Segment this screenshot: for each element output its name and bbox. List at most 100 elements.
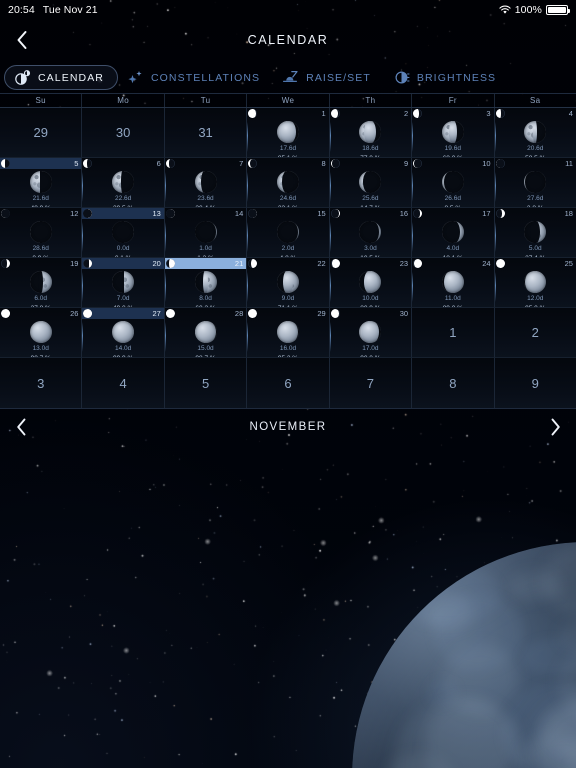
calendar-day-other-month[interactable]: 30 <box>82 108 165 158</box>
calendar-day-cell[interactable]: 229.0d71.1 % <box>247 258 330 308</box>
moon-age-label: 5.0d <box>528 245 542 252</box>
moon-age-label: 3.0d <box>364 245 377 252</box>
calendar-day-cell[interactable]: 117.6d85.1 % <box>247 108 330 158</box>
calendar-day-cell[interactable]: 207.0d49.0 % <box>82 258 165 308</box>
calendar-day-cell[interactable]: 824.6d22.1 % <box>247 158 330 208</box>
moon-image <box>359 321 382 343</box>
moon-image-wrapper <box>412 121 493 143</box>
calendar-day-cell[interactable]: 2916.0d95.3 % <box>247 308 330 358</box>
day-cell-header: 27 <box>82 308 164 319</box>
calendar-day-other-month[interactable]: 2 <box>494 308 576 358</box>
moon-phase-indicator-icon <box>413 209 423 218</box>
cell-edge-tick <box>82 172 84 202</box>
calendar-day-cell[interactable]: 218.6d77.0 % <box>329 108 413 158</box>
cell-edge-tick <box>247 222 249 252</box>
day-of-week-th: Th <box>330 94 413 107</box>
tab-constellations[interactable]: CONSTELLATIONS <box>118 65 273 90</box>
calendar-day-cell[interactable]: 130.0d0.1 % <box>82 208 165 258</box>
calendar-day-other-month[interactable]: 3 <box>0 358 83 408</box>
calendar-day-cell[interactable]: 185.0d27.4 % <box>494 208 576 258</box>
day-number: 1 <box>321 109 326 118</box>
calendar-day-other-month[interactable]: 31 <box>164 108 248 158</box>
calendar-day-cell[interactable]: 1228.6d0.9 % <box>0 208 83 258</box>
tab-bar: CALENDAR CONSTELLATIONS RAISE/SET BRIGHTNES… <box>0 62 576 93</box>
moon-rim <box>277 321 299 343</box>
day-number: 4 <box>568 109 573 118</box>
calendar-day-cell[interactable]: 152.0d4.8 % <box>247 208 330 258</box>
calendar-day-cell[interactable]: 1026.6d8.5 % <box>412 158 495 208</box>
calendar-day-other-month[interactable]: 5 <box>164 358 248 408</box>
tab-label: CONSTELLATIONS <box>150 71 261 84</box>
day-number: 14 <box>234 209 244 218</box>
tab-calendar[interactable]: CALENDAR <box>4 65 118 90</box>
calendar-day-other-month[interactable]: 8 <box>412 358 495 408</box>
calendar-day-cell[interactable]: 925.6d14.7 % <box>329 158 413 208</box>
moon-image-wrapper <box>0 171 81 193</box>
moon-image <box>29 221 52 243</box>
day-number: 10 <box>482 159 491 168</box>
moon-age-label: 25.6d <box>362 195 379 202</box>
moon-image-wrapper <box>165 171 246 193</box>
moon-image <box>194 171 217 193</box>
moon-phase-indicator-icon <box>165 209 175 218</box>
moon-rim <box>112 321 134 343</box>
tab-label: CALENDAR <box>38 71 104 84</box>
moon-image <box>441 171 464 193</box>
calendar-day-cell[interactable]: 218.0d60.3 % <box>164 258 248 308</box>
calendar-day-cell[interactable]: 3017.0d90.0 % <box>329 308 413 358</box>
calendar-day-cell[interactable]: 163.0d10.5 % <box>329 208 413 258</box>
calendar-day-cell[interactable]: 723.6d30.4 % <box>164 158 248 208</box>
moon-age-label: 1.0d <box>199 245 212 252</box>
day-of-week-fr: Fr <box>412 94 495 107</box>
moon-image <box>524 221 547 243</box>
moon-image-wrapper <box>247 121 328 143</box>
moon-image <box>359 271 382 293</box>
moon-image <box>441 221 464 243</box>
calendar-day-other-month[interactable]: 29 <box>0 108 83 158</box>
calendar-day-cell[interactable]: 174.0d18.1 % <box>412 208 495 258</box>
day-number: 22 <box>317 259 326 268</box>
moon-age-label: 12.0d <box>527 295 544 302</box>
cell-edge-tick <box>247 122 249 152</box>
moon-rim <box>359 221 381 243</box>
calendar-day-cell[interactable]: 420.6d58.5 % <box>494 108 576 158</box>
calendar-day-cell[interactable]: 1127.6d3.8 % <box>494 158 576 208</box>
day-cell-header: 26 <box>0 308 81 319</box>
moon-age-label: 7.0d <box>116 295 130 302</box>
calendar-day-cell[interactable]: 622.6d39.5 % <box>82 158 165 208</box>
day-cell-header: 8 <box>247 158 328 169</box>
page-title: CALENDAR <box>247 33 329 47</box>
calendar-day-cell[interactable]: 2815.0d98.7 % <box>164 308 248 358</box>
calendar-day-cell[interactable]: 2714.0d99.9 % <box>82 308 165 358</box>
day-cell-header: 12 <box>0 208 81 219</box>
moon-rim <box>359 271 381 293</box>
calendar-day-other-month[interactable]: 1 <box>412 308 495 358</box>
day-number: 4 <box>119 375 127 391</box>
calendar-day-other-month[interactable]: 7 <box>329 358 413 408</box>
tab-brightness[interactable]: BRIGHTNESS <box>384 65 509 90</box>
moon-phase-indicator-icon <box>330 109 340 118</box>
day-cell-header: 23 <box>330 258 411 269</box>
calendar-day-cell[interactable]: 319.6d68.0 % <box>412 108 495 158</box>
calendar-day-cell[interactable]: 2613.0d98.7 % <box>0 308 83 358</box>
calendar-day-other-month[interactable]: 9 <box>494 358 576 408</box>
wifi-icon <box>499 5 511 15</box>
calendar-day-cell[interactable]: 2411.0d89.0 % <box>412 258 495 308</box>
tab-raise-set[interactable]: RAISE/SET <box>273 65 384 90</box>
calendar-day-cell[interactable]: 2512.0d95.0 % <box>494 258 576 308</box>
day-cell-header: 6 <box>82 158 163 169</box>
calendar-day-cell[interactable]: 2310.0d80.9 % <box>329 258 413 308</box>
moon-phase-indicator-icon <box>83 259 93 268</box>
calendar-day-cell[interactable]: 141.0d1.3 % <box>164 208 248 258</box>
cell-edge-tick <box>329 222 331 252</box>
cell-edge-tick <box>329 122 331 152</box>
day-of-week-tu: Tu <box>165 94 248 107</box>
moon-rim <box>195 221 217 243</box>
moon-rim <box>195 271 217 293</box>
calendar-day-cell[interactable]: 196.0d37.8 % <box>0 258 83 308</box>
calendar-day-other-month[interactable]: 6 <box>247 358 330 408</box>
cell-edge-tick <box>329 172 331 202</box>
calendar-day-other-month[interactable]: 4 <box>82 358 165 408</box>
cell-edge-tick <box>164 172 166 202</box>
calendar-day-cell[interactable]: 521.6d48.9 % <box>0 158 83 208</box>
